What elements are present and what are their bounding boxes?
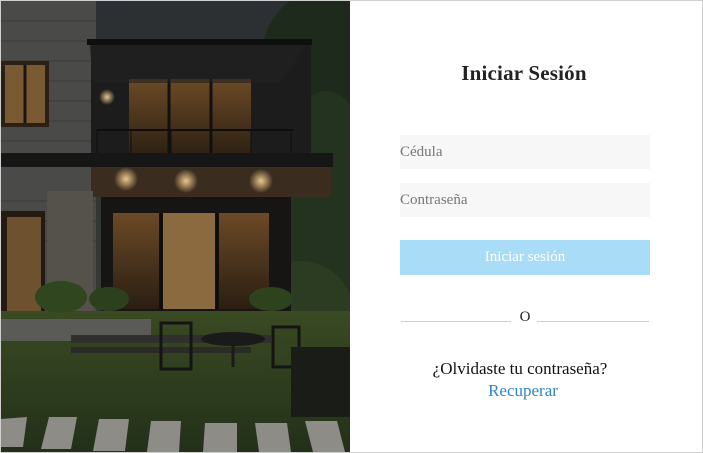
login-window: Iniciar Sesión Iniciar sesión O ¿Olvidas…: [0, 0, 703, 453]
divider-line-right: [537, 321, 649, 322]
or-divider: O: [401, 309, 649, 328]
password-field[interactable]: [400, 183, 650, 217]
cedula-field[interactable]: [400, 135, 650, 169]
divider-line-left: [401, 321, 511, 322]
forgot-password-text: ¿Olvidaste tu contraseña?: [432, 359, 608, 378]
login-panel: Iniciar Sesión Iniciar sesión O ¿Olvidas…: [350, 1, 702, 452]
divider-text: O: [519, 309, 531, 325]
login-button[interactable]: Iniciar sesión: [400, 240, 650, 275]
page-title: Iniciar Sesión: [461, 61, 587, 85]
house-photo: [1, 1, 350, 452]
recover-link[interactable]: Recuperar: [350, 381, 696, 401]
